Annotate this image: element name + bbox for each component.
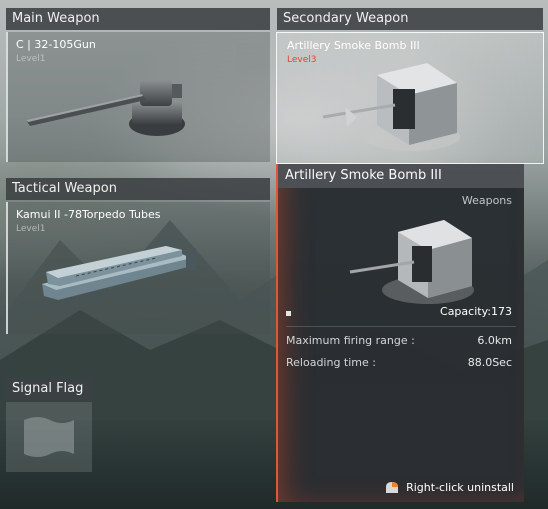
slot-indicator: [236, 44, 266, 74]
tactical-weapon-level: Level1: [16, 224, 46, 234]
stat-label-reload: Reloading time :: [286, 356, 376, 369]
tactical-weapon-name: Kamui II -78Torpedo Tubes: [16, 208, 161, 221]
tooltip-divider: [286, 326, 516, 327]
main-weapon-name: C | 32-105Gun: [16, 38, 96, 51]
secondary-weapon-header: Secondary Weapon: [277, 8, 543, 30]
tooltip-title: Artillery Smoke Bomb III: [278, 164, 524, 188]
main-weapon-slot[interactable]: C | 32-105Gun Level1: [6, 32, 270, 162]
uninstall-hint: Right-click uninstall: [406, 481, 514, 494]
secondary-weapon-slot[interactable]: Artillery Smoke Bomb III Level3: [276, 32, 544, 164]
torpedo-tubes-icon: [42, 246, 196, 300]
tooltip-bullet: [286, 311, 291, 316]
gun-turret-icon: [26, 80, 185, 136]
smoke-launcher-icon: [349, 220, 474, 304]
main-weapon-header: Main Weapon: [6, 8, 270, 30]
stat-label-range: Maximum firing range :: [286, 334, 415, 347]
signal-flag-header: Signal Flag: [6, 378, 92, 400]
tooltip-footer: Right-click uninstall: [384, 481, 514, 494]
secondary-weapon-level: Level3: [287, 55, 317, 65]
tactical-weapon-header: Tactical Weapon: [6, 178, 270, 200]
stat-value-range: 6.0km: [477, 334, 512, 347]
tooltip-capacity: Capacity:173: [440, 305, 512, 318]
flag-placeholder-icon: [24, 417, 74, 457]
stat-value-reload: 88.0Sec: [467, 356, 512, 369]
tooltip-category: Weapons: [461, 194, 512, 207]
item-tooltip: Artillery Smoke Bomb III Weapons Capacit…: [276, 164, 524, 502]
tactical-weapon-slot[interactable]: Kamui II -78Torpedo Tubes Level1: [6, 202, 270, 334]
secondary-weapon-name: Artillery Smoke Bomb III: [287, 39, 420, 52]
signal-flag-slot[interactable]: [6, 402, 92, 472]
smoke-launcher-icon: [322, 63, 460, 151]
mouse-right-click-icon: [384, 481, 400, 494]
